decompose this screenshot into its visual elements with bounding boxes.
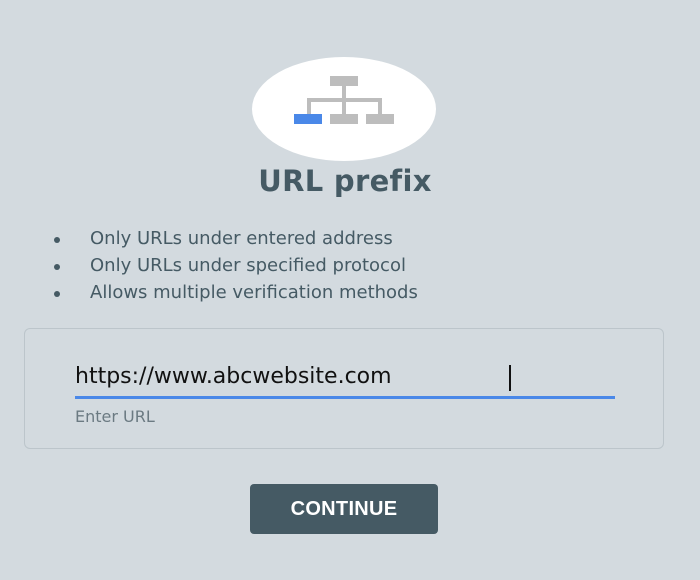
url-helper-text: Enter URL bbox=[75, 407, 155, 426]
feature-text: Allows multiple verification methods bbox=[90, 282, 418, 303]
text-cursor bbox=[509, 365, 511, 391]
sitemap-icon bbox=[294, 76, 394, 124]
url-input[interactable] bbox=[75, 361, 615, 399]
page-title: URL prefix bbox=[258, 164, 432, 198]
feature-item: Only URLs under entered address bbox=[50, 228, 418, 255]
url-input-card: Enter URL bbox=[24, 328, 664, 449]
bullet-icon bbox=[54, 291, 60, 297]
feature-list: Only URLs under entered address Only URL… bbox=[50, 228, 418, 309]
feature-item: Only URLs under specified protocol bbox=[50, 255, 418, 282]
bullet-icon bbox=[54, 264, 60, 270]
continue-button[interactable]: CONTINUE bbox=[250, 484, 438, 534]
bullet-icon bbox=[54, 237, 60, 243]
feature-item: Allows multiple verification methods bbox=[50, 282, 418, 309]
feature-text: Only URLs under specified protocol bbox=[90, 255, 406, 276]
feature-text: Only URLs under entered address bbox=[90, 228, 393, 249]
property-type-icon-circle bbox=[252, 57, 436, 161]
